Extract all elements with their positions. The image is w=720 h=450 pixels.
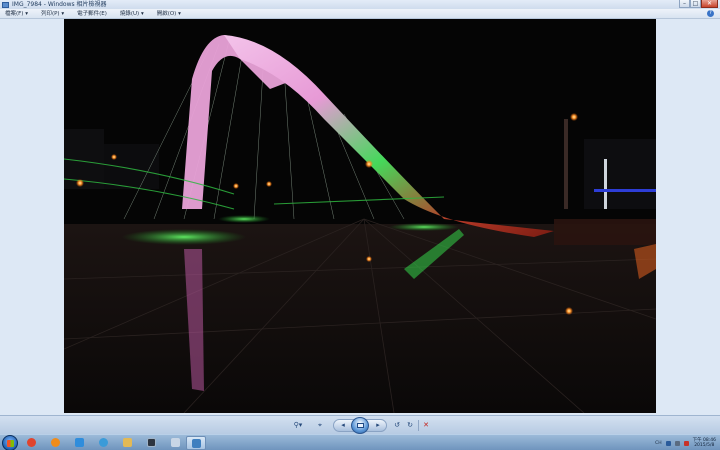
rotate-right-icon[interactable]: ↻ (405, 420, 415, 431)
start-button[interactable] (2, 435, 18, 450)
slideshow-button[interactable] (351, 417, 369, 434)
delete-icon[interactable]: ✕ (421, 420, 431, 431)
menu-file[interactable]: 檔案(F) ▾ (5, 9, 28, 19)
divider (418, 420, 419, 431)
folder-icon (123, 438, 132, 447)
photo-gallery-icon (75, 438, 84, 447)
media-player-icon (51, 438, 60, 447)
photo-viewer-icon (2, 1, 9, 8)
next-button[interactable]: ▸ (372, 420, 384, 431)
minimize-button[interactable]: – (679, 0, 690, 8)
rotate-left-icon[interactable]: ↺ (392, 420, 402, 431)
title-bar: IMG_7984 - Windows 相片檢視器 – □ ✕ (0, 0, 720, 9)
ie-icon (99, 438, 108, 447)
clock-date: 2015/5/8 (694, 443, 715, 448)
taskbar: CH 下午 08:46 2015/5/8 (0, 434, 720, 450)
taskbar-photo-viewer[interactable] (186, 436, 206, 450)
taskbar-chrome[interactable] (22, 436, 42, 450)
menu-print[interactable]: 列印(P) ▾ (41, 9, 64, 19)
taskbar-media-player[interactable] (46, 436, 66, 450)
action-center-icon[interactable] (683, 440, 689, 446)
maximize-button[interactable]: □ (690, 0, 701, 8)
windows-logo-icon (7, 440, 14, 447)
zoom-icon[interactable]: ⚲▾ (290, 420, 306, 431)
paint-icon (171, 438, 180, 447)
taskbar-lightroom[interactable] (142, 436, 162, 450)
window-controls: – □ ✕ (679, 0, 718, 8)
menu-email[interactable]: 電子郵件(E) (77, 9, 107, 19)
help-icon[interactable]: ? (707, 10, 714, 17)
taskbar-explorer[interactable] (118, 436, 138, 450)
previous-button[interactable]: ◂ (337, 420, 349, 431)
close-button[interactable]: ✕ (701, 0, 718, 8)
actual-size-icon[interactable]: ⌖ (314, 420, 326, 431)
chrome-icon (27, 438, 36, 447)
bridge-night-photo (64, 19, 656, 413)
viewer-controls: ⚲▾ ⌖ ◂ ▸ ↺ ↻ ✕ (0, 415, 720, 434)
menu-bar: 檔案(F) ▾ 列印(P) ▾ 電子郵件(E) 燒錄(U) ▾ 開啟(O) ▾ … (0, 9, 720, 19)
photo-viewport (0, 19, 720, 415)
taskbar-paint[interactable] (166, 436, 186, 450)
system-tray: CH 下午 08:46 2015/5/8 (655, 436, 718, 450)
volume-icon[interactable] (674, 440, 680, 446)
menu-burn[interactable]: 燒錄(U) ▾ (120, 9, 144, 19)
slideshow-icon (357, 423, 364, 428)
lightroom-icon (147, 438, 156, 447)
displayed-photo[interactable] (64, 19, 656, 413)
menu-open[interactable]: 開啟(O) ▾ (157, 9, 181, 19)
network-icon[interactable] (665, 440, 671, 446)
taskbar-ie[interactable] (94, 436, 114, 450)
photo-viewer-icon (192, 439, 201, 448)
clock[interactable]: 下午 08:46 2015/5/8 (693, 438, 716, 448)
language-indicator[interactable]: CH (655, 441, 662, 446)
taskbar-photo-gallery[interactable] (70, 436, 90, 450)
